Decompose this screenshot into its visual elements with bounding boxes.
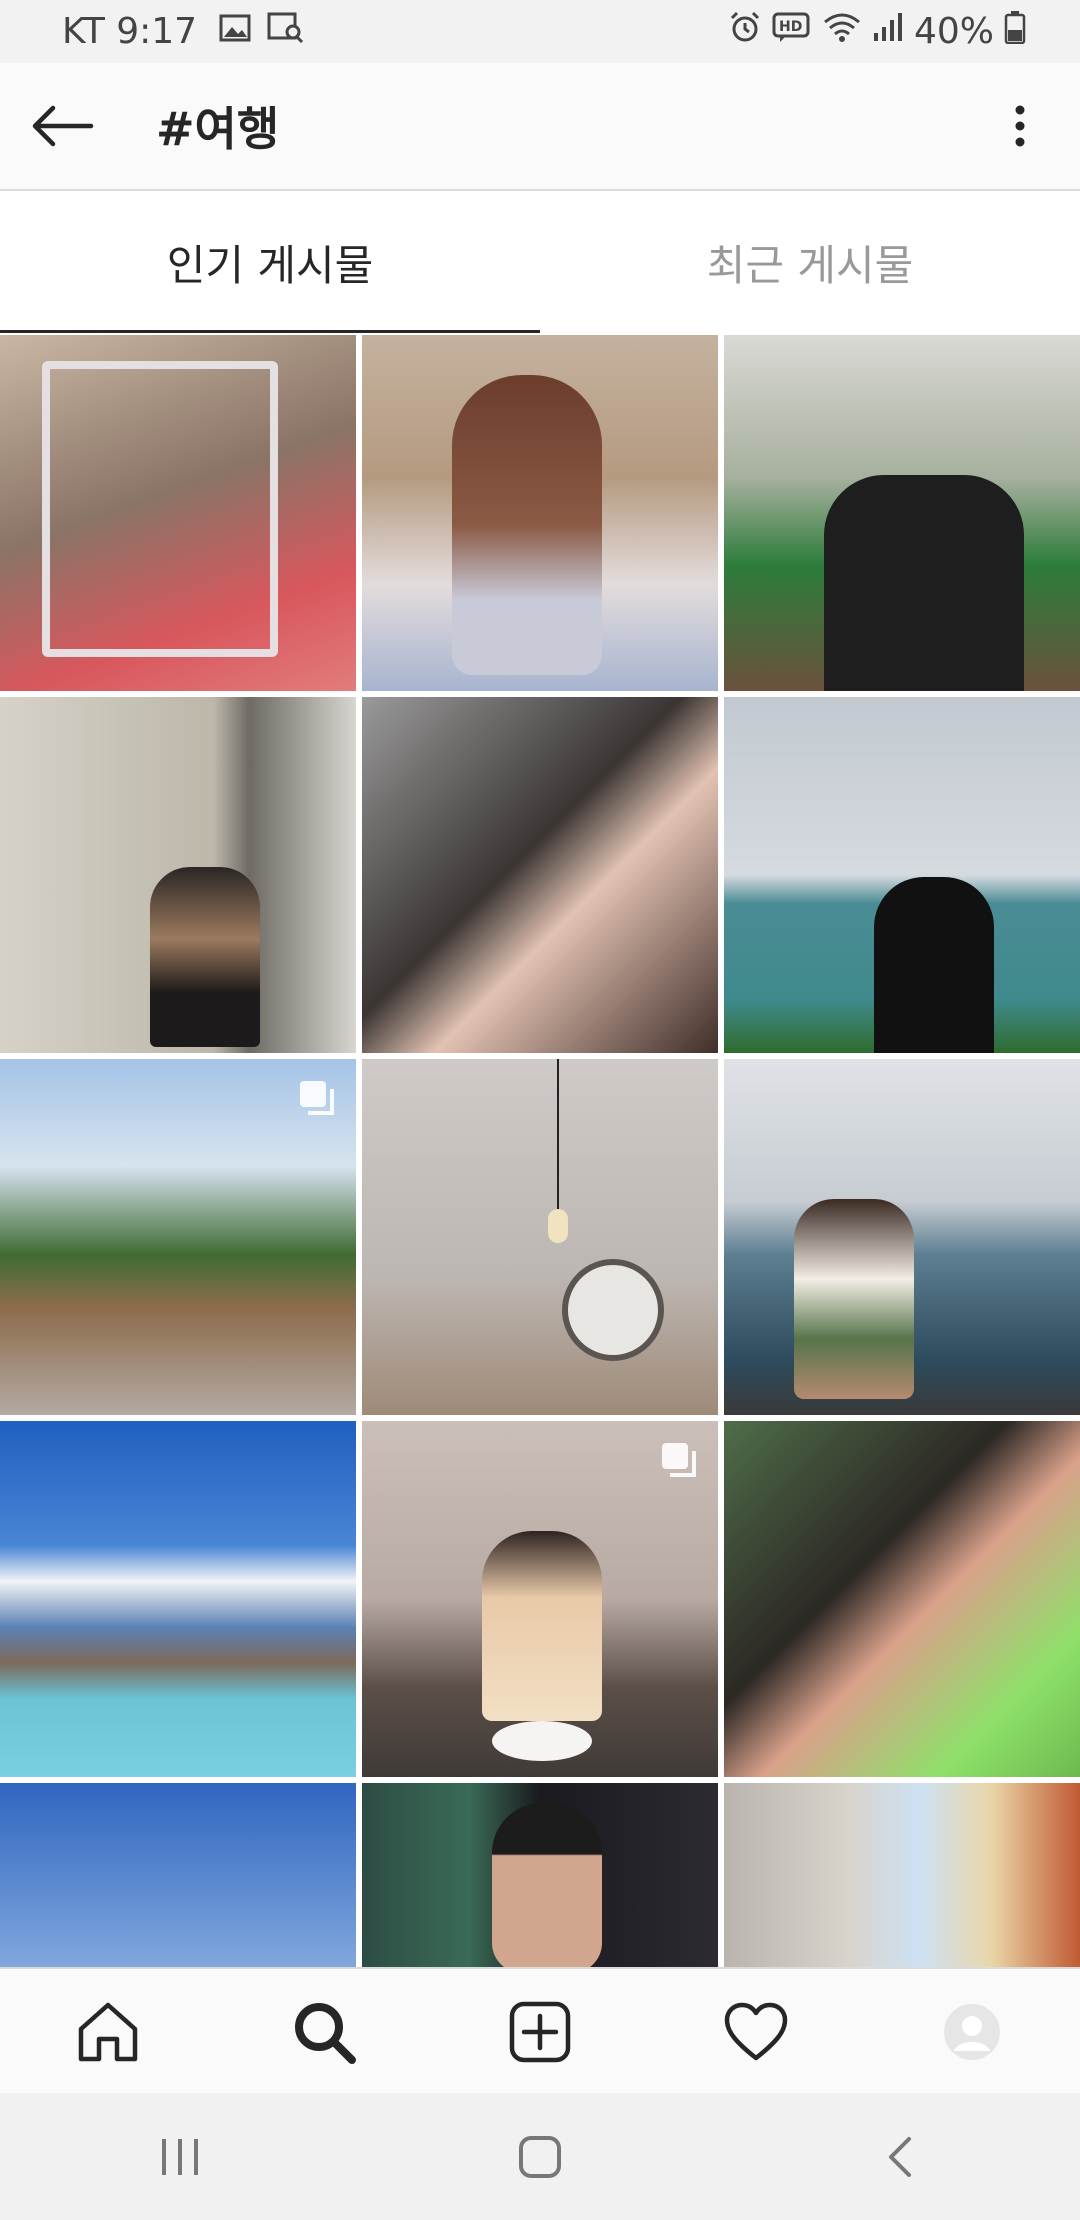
tab-recent-posts[interactable]: 최근 게시물 [540,191,1080,333]
post-thumbnail[interactable] [0,1783,356,1967]
battery-icon [1004,10,1026,53]
wifi-icon [822,11,862,52]
more-vertical-icon [1015,105,1025,147]
home-icon [78,2002,138,2062]
search-icon [295,2003,356,2064]
post-thumbnail[interactable] [724,1059,1080,1415]
post-thumbnail[interactable] [0,335,356,691]
post-thumbnail[interactable] [362,697,718,1053]
post-thumbnail[interactable] [362,335,718,691]
nav-search[interactable] [216,1969,432,2095]
nav-activity[interactable] [648,1969,864,2095]
post-thumbnail[interactable] [0,697,356,1053]
status-bar: KT 9:17 HD 40% [0,0,1080,63]
nav-home[interactable] [0,1969,216,2095]
new-post-icon [509,2001,571,2063]
back-nav-icon [889,2136,911,2177]
post-thumbnail[interactable] [0,1059,356,1415]
post-thumbnail[interactable] [724,697,1080,1053]
post-thumbnail[interactable] [724,335,1080,691]
post-thumbnail[interactable] [362,1059,718,1415]
page-title: #여행 [156,102,280,156]
nav-profile[interactable] [864,1969,1080,2095]
post-thumbnail[interactable] [724,1783,1080,1967]
image-search-icon [267,11,305,52]
activity-heart-icon [724,2002,788,2061]
recent-apps-button[interactable] [0,2093,360,2220]
svg-text:HD: HD [779,19,802,35]
alarm-icon [728,10,762,53]
signal-icon [872,11,904,52]
post-thumbnail[interactable] [724,1421,1080,1777]
carrier-time: KT 9:17 [62,11,198,52]
post-thumbnail[interactable] [362,1421,718,1777]
post-thumbnail[interactable] [0,1421,356,1777]
profile-avatar [944,2004,1000,2060]
hashtag-header: #여행 [0,63,1080,191]
home-button-icon [519,2135,561,2178]
bottom-navigation [0,1967,1080,2095]
home-nav-button[interactable] [360,2093,720,2220]
multiple-photos-icon [298,1079,336,1117]
back-arrow-icon [32,105,94,147]
system-navigation [0,2093,1080,2220]
multiple-photos-icon [660,1441,698,1479]
more-options-button[interactable] [980,86,1060,166]
battery-level: 40% [913,11,994,52]
tab-top-posts[interactable]: 인기 게시물 [0,191,540,333]
post-tabs: 인기 게시물 최근 게시물 [0,191,1080,333]
post-grid [0,335,1080,1967]
back-button[interactable] [0,63,126,189]
nav-new-post[interactable] [432,1969,648,2095]
back-nav-button[interactable] [720,2093,1080,2220]
hd-voice-icon: HD [772,11,812,52]
post-thumbnail[interactable] [362,1783,718,1967]
recent-apps-icon [162,2138,198,2175]
gallery-icon [219,11,253,52]
